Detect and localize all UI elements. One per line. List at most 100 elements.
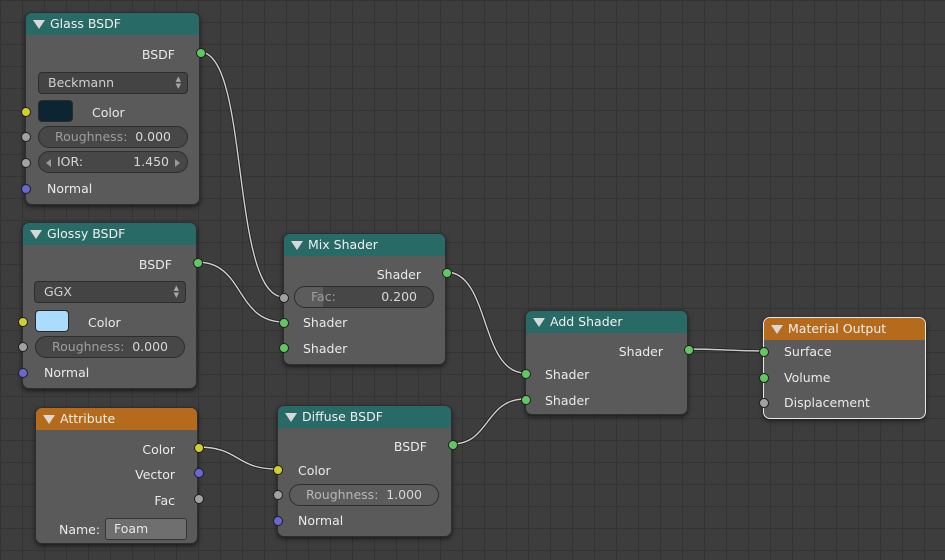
decrement-arrow-icon[interactable] (46, 159, 51, 167)
surface-label: Surface (784, 344, 832, 359)
link-glass-to-mix (199, 50, 285, 299)
glossy-roughness-socket[interactable] (18, 342, 28, 352)
glass-bsdf-output-socket[interactable] (196, 48, 206, 58)
glossy-roughness-slider[interactable]: Roughness: 0.000 (35, 336, 185, 358)
dropdown-arrows-icon: ▲ ▼ (175, 75, 181, 90)
add-shader-output-socket[interactable] (684, 345, 694, 355)
mix-shader-input-2-label: Shader (303, 341, 348, 356)
material-output-header[interactable]: Material Output (764, 318, 925, 340)
mix-fac-slider[interactable]: Fac: 0.200 (294, 286, 434, 308)
diffuse-roughness-slider[interactable]: Roughness: 1.000 (289, 484, 439, 506)
mix-shader-input-1-socket[interactable] (279, 318, 289, 328)
mix-shader-output-socket[interactable] (442, 268, 452, 278)
glossy-color-swatch[interactable] (35, 310, 69, 332)
add-shader-input-1-label: Shader (545, 367, 590, 382)
mix-shader-title: Mix Shader (308, 237, 378, 252)
volume-label: Volume (784, 370, 831, 385)
attribute-fac-output-socket[interactable] (194, 494, 204, 504)
glossy-bsdf-header[interactable]: Glossy BSDF (23, 223, 196, 245)
mix-fac-value: 0.200 (381, 289, 417, 304)
add-shader-input-2-label: Shader (545, 393, 590, 408)
glass-bsdf-header[interactable]: Glass BSDF (26, 13, 199, 35)
displacement-input-socket[interactable] (759, 398, 769, 408)
attribute-title: Attribute (60, 411, 116, 426)
glass-color-label: Color (92, 105, 125, 120)
add-shader-title: Add Shader (550, 314, 623, 329)
glossy-output-label: BSDF (138, 257, 172, 272)
diffuse-bsdf-node[interactable]: Diffuse BSDF BSDF Color Roughness: 1.000… (273, 405, 458, 537)
diffuse-color-socket[interactable] (273, 465, 283, 475)
attribute-color-output-label: Color (142, 442, 175, 457)
glossy-bsdf-output-socket[interactable] (193, 258, 203, 268)
mix-shader-header[interactable]: Mix Shader (284, 234, 445, 256)
add-shader-input-1-socket[interactable] (521, 369, 531, 379)
increment-arrow-icon[interactable] (175, 159, 180, 167)
collapse-triangle-icon[interactable] (771, 325, 783, 334)
attribute-name-label: Name: (59, 522, 101, 537)
mix-fac-socket[interactable] (279, 293, 289, 303)
glossy-roughness-label: Roughness: (52, 339, 125, 354)
attribute-fac-output-label: Fac (154, 493, 175, 508)
diffuse-normal-label: Normal (298, 513, 344, 528)
surface-input-socket[interactable] (759, 347, 769, 357)
attribute-name-value: Foam (114, 521, 149, 536)
diffuse-bsdf-header[interactable]: Diffuse BSDF (278, 406, 451, 428)
volume-input-socket[interactable] (759, 373, 769, 383)
diffuse-roughness-value: 1.000 (386, 487, 422, 502)
attribute-color-output-socket[interactable] (194, 443, 204, 453)
glossy-distribution-dropdown[interactable]: GGX ▲ ▼ (34, 281, 186, 303)
glossy-bsdf-title: Glossy BSDF (47, 226, 126, 241)
add-shader-input-2-socket[interactable] (521, 395, 531, 405)
glass-color-swatch[interactable] (38, 100, 73, 122)
glass-color-socket[interactable] (21, 107, 31, 117)
attribute-name-field[interactable]: Foam (105, 518, 187, 540)
diffuse-roughness-label: Roughness: (306, 487, 379, 502)
glossy-roughness-value: 0.000 (132, 339, 168, 354)
glass-ior-value: 1.450 (133, 154, 169, 169)
glossy-color-socket[interactable] (18, 317, 28, 327)
attribute-node[interactable]: Attribute Color Vector Fac Name: Foam (35, 407, 204, 544)
glass-bsdf-node[interactable]: Glass BSDF BSDF Beckmann ▲ ▼ Color Roughn… (21, 12, 206, 205)
add-output-label: Shader (618, 344, 663, 359)
mix-shader-node[interactable]: Mix Shader Shader Fac: 0.200 Shader Shad… (279, 233, 452, 365)
mix-output-label: Shader (376, 267, 421, 282)
glass-ior-field[interactable]: IOR: 1.450 (38, 151, 188, 173)
collapse-triangle-icon[interactable] (285, 413, 297, 422)
dropdown-arrows-icon: ▲ ▼ (173, 284, 179, 299)
glass-distribution-dropdown[interactable]: Beckmann ▲ ▼ (38, 72, 188, 94)
glass-roughness-socket[interactable] (21, 132, 31, 142)
displacement-label: Displacement (784, 395, 870, 410)
diffuse-roughness-socket[interactable] (273, 490, 283, 500)
mix-shader-input-1-label: Shader (303, 315, 348, 330)
attribute-vector-output-label: Vector (135, 467, 175, 482)
collapse-triangle-icon[interactable] (533, 318, 545, 327)
collapse-triangle-icon[interactable] (43, 415, 55, 424)
diffuse-normal-socket[interactable] (273, 516, 283, 526)
glossy-normal-socket[interactable] (18, 368, 28, 378)
glass-normal-label: Normal (47, 181, 93, 196)
mix-fac-label: Fac: (311, 289, 336, 304)
diffuse-output-label: BSDF (393, 439, 427, 454)
collapse-triangle-icon[interactable] (33, 20, 45, 29)
attribute-vector-output-socket[interactable] (194, 468, 204, 478)
glass-roughness-slider[interactable]: Roughness: 0.000 (38, 126, 188, 148)
attribute-header[interactable]: Attribute (36, 408, 197, 430)
add-shader-node[interactable]: Add Shader Shader Shader Shader (521, 310, 694, 415)
glass-roughness-value: 0.000 (135, 129, 171, 144)
material-output-title: Material Output (788, 321, 887, 336)
glossy-color-label: Color (88, 315, 121, 330)
collapse-triangle-icon[interactable] (291, 241, 303, 250)
mix-shader-input-2-socket[interactable] (279, 343, 289, 353)
glass-distribution-value: Beckmann (48, 75, 115, 90)
glossy-distribution-value: GGX (44, 284, 72, 299)
glass-bsdf-title: Glass BSDF (50, 16, 121, 31)
glass-normal-socket[interactable] (21, 184, 31, 194)
glossy-bsdf-node[interactable]: Glossy BSDF BSDF GGX ▲ ▼ Color Roughness:… (18, 222, 203, 389)
material-output-node[interactable]: Material Output Surface Volume Displacem… (759, 317, 926, 419)
glossy-normal-label: Normal (44, 365, 90, 380)
glass-ior-socket[interactable] (21, 158, 31, 168)
glass-output-label: BSDF (141, 47, 175, 62)
diffuse-bsdf-output-socket[interactable] (448, 440, 458, 450)
add-shader-header[interactable]: Add Shader (526, 311, 687, 333)
collapse-triangle-icon[interactable] (30, 230, 42, 239)
